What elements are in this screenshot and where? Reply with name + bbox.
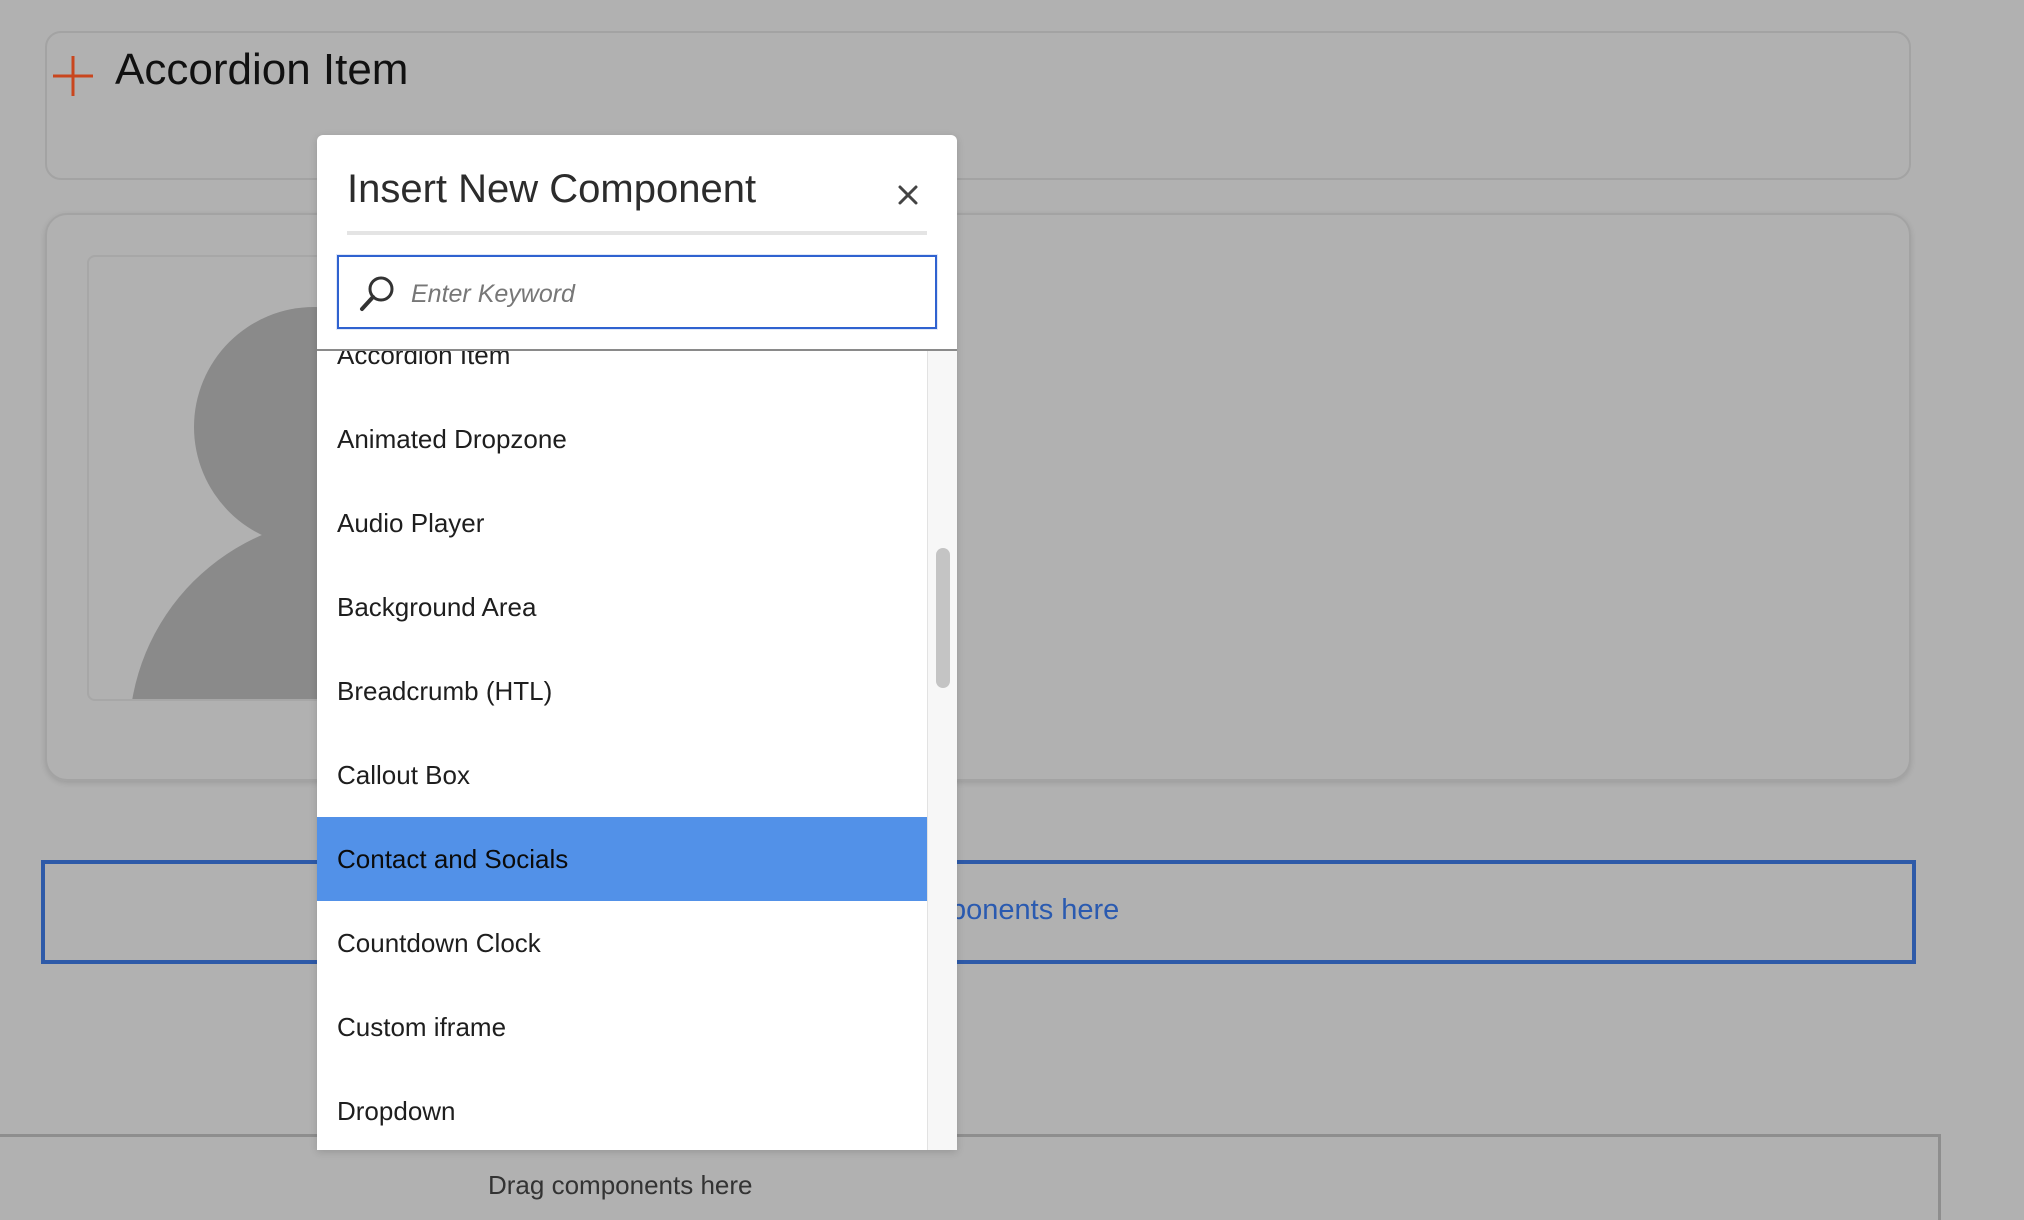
component-list[interactable]: Accordion Item Animated Dropzone Audio P…: [317, 351, 927, 1150]
plus-icon[interactable]: [52, 55, 94, 97]
search-field[interactable]: [337, 255, 937, 329]
search-icon: [360, 276, 394, 311]
list-item-accordion-item[interactable]: Accordion Item: [317, 351, 927, 397]
list-item-dropdown[interactable]: Dropdown: [317, 1069, 927, 1150]
title-divider: [347, 231, 927, 235]
dropzone-bottom-text: Drag components here: [488, 1170, 753, 1200]
search-input[interactable]: [409, 269, 923, 319]
scrollbar-thumb[interactable]: [936, 548, 950, 688]
list-item-custom-iframe[interactable]: Custom iframe: [317, 985, 927, 1069]
accordion-title: Accordion Item: [115, 45, 409, 94]
list-item-background-area[interactable]: Background Area: [317, 565, 927, 649]
list-item-callout-box[interactable]: Callout Box: [317, 733, 927, 817]
list-scrollbar[interactable]: [927, 351, 957, 1150]
dialog-title: Insert New Component: [347, 167, 757, 211]
dropzone-blue-text: ponents here: [950, 894, 1120, 926]
page: Accordion Item er ponents here Drag comp…: [0, 0, 2024, 1220]
list-item-animated-dropzone[interactable]: Animated Dropzone: [317, 397, 927, 481]
close-icon[interactable]: [888, 175, 928, 215]
list-item-contact-and-socials[interactable]: Contact and Socials: [317, 817, 927, 901]
insert-component-dialog: Insert New Component Accordion Item Anim…: [317, 135, 957, 1150]
dropzone-bottom[interactable]: [0, 1134, 1941, 1220]
list-item-audio-player[interactable]: Audio Player: [317, 481, 927, 565]
list-item-breadcrumb-htl[interactable]: Breadcrumb (HTL): [317, 649, 927, 733]
list-item-countdown-clock[interactable]: Countdown Clock: [317, 901, 927, 985]
